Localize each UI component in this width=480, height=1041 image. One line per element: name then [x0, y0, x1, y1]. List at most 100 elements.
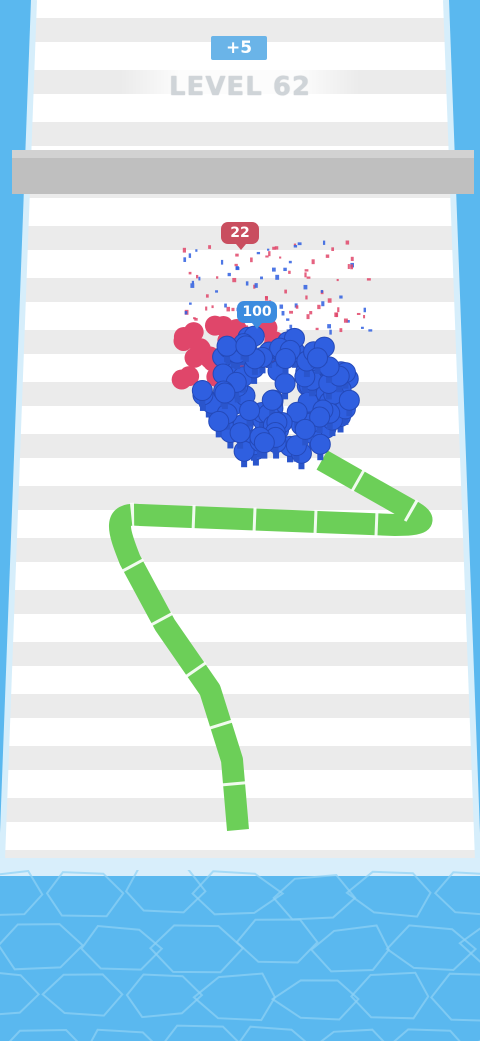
- splash-particle: [220, 259, 224, 265]
- enemy-stickman: [173, 330, 194, 351]
- splash-particle: [216, 276, 219, 279]
- splash-particle: [293, 245, 298, 248]
- splash-particle: [337, 307, 340, 313]
- game-scene[interactable]: [0, 0, 480, 1041]
- splash-particle: [279, 304, 284, 309]
- pause-dots[interactable]: [40, 48, 64, 63]
- track-stripe: [13, 538, 467, 562]
- splash-particle: [331, 247, 335, 251]
- track-stripe: [10, 642, 470, 666]
- splash-particle: [320, 289, 324, 293]
- splash-particle: [345, 240, 350, 245]
- enemy-stickman: [171, 369, 192, 390]
- splash-particle: [189, 302, 192, 305]
- player-stickman: [214, 382, 236, 404]
- splash-particle: [322, 240, 326, 245]
- splash-particle: [208, 245, 212, 249]
- splash-particle: [234, 263, 238, 267]
- splash-particle: [182, 247, 186, 253]
- track-stripe: [12, 590, 468, 614]
- splash-particle: [232, 277, 237, 283]
- splash-particle: [303, 284, 308, 290]
- splash-particle: [183, 257, 187, 262]
- player-stickman: [253, 432, 275, 454]
- player-stickman: [274, 372, 296, 394]
- splash-particle: [315, 327, 319, 331]
- splash-particle: [350, 264, 354, 270]
- splash-particle: [288, 270, 291, 274]
- player-stickman: [294, 418, 316, 440]
- splash-particle: [254, 283, 258, 288]
- splash-particle: [235, 253, 239, 257]
- splash-particle: [327, 324, 332, 329]
- splash-particle: [306, 276, 311, 279]
- player-count-badge: 100: [237, 301, 277, 329]
- splash-particle: [339, 328, 343, 333]
- splash-particle: [226, 306, 231, 312]
- splash-particle: [272, 267, 276, 272]
- splash-particle: [205, 294, 209, 298]
- splash-particle: [288, 260, 292, 264]
- splash-particle: [245, 281, 249, 286]
- splash-particle: [306, 314, 310, 320]
- splash-particle: [366, 278, 371, 281]
- splash-particle: [264, 296, 269, 301]
- splash-particle: [327, 298, 332, 303]
- splash-particle: [184, 311, 188, 315]
- splash-particle: [311, 259, 315, 265]
- player-stickman: [216, 335, 238, 357]
- splash-particle: [188, 271, 192, 275]
- splash-particle: [321, 301, 325, 307]
- splash-particle: [191, 280, 195, 284]
- splash-particle: [363, 307, 366, 313]
- bonus-counter: +5: [211, 36, 267, 60]
- player-stickman: [208, 410, 230, 432]
- splash-particle: [289, 324, 293, 329]
- track-stripe: [23, 278, 457, 302]
- splash-particle: [275, 274, 280, 280]
- splash-particle: [193, 317, 196, 320]
- splash-particle: [268, 251, 271, 257]
- splash-particle: [350, 256, 354, 261]
- splash-particle: [297, 242, 302, 246]
- player-stickman: [235, 335, 257, 357]
- splash-particle: [289, 310, 294, 314]
- splash-particle: [304, 272, 307, 278]
- track-stripe: [8, 694, 472, 718]
- track-stripe: [29, 122, 451, 146]
- splash-particle: [284, 289, 287, 294]
- splash-particle: [334, 312, 339, 317]
- splash-particle: [356, 312, 361, 315]
- player-stickman: [191, 380, 213, 402]
- splash-particle: [227, 272, 231, 277]
- splash-particle: [336, 278, 339, 282]
- splash-particle: [286, 318, 290, 321]
- splash-particle: [360, 326, 364, 329]
- splash-particle: [325, 254, 330, 258]
- player-stickman: [307, 347, 329, 369]
- player-stickman: [338, 389, 360, 411]
- splash-particle: [250, 257, 253, 263]
- splash-particle: [281, 310, 285, 316]
- splash-particle: [283, 267, 287, 272]
- enemy-stickman: [213, 316, 234, 337]
- splash-particle: [347, 264, 350, 269]
- enemy-count-badge: 22: [221, 222, 259, 250]
- splash-particle: [211, 305, 214, 309]
- splash-particle: [205, 306, 208, 311]
- splash-particle: [339, 295, 343, 299]
- splash-particle: [188, 253, 192, 258]
- splash-particle: [279, 256, 282, 259]
- splash-particle: [317, 304, 321, 310]
- splash-particle: [309, 311, 313, 315]
- splash-particle: [295, 305, 299, 309]
- splash-particle: [224, 303, 227, 308]
- gate-barrier-top: [12, 150, 474, 158]
- splash-particle: [267, 248, 270, 251]
- splash-particle: [256, 251, 261, 255]
- player-stickman: [229, 422, 251, 444]
- splash-particle: [235, 266, 239, 270]
- splash-particle: [198, 276, 201, 281]
- splash-particle: [274, 246, 279, 250]
- level-title: LEVEL 62: [120, 62, 360, 112]
